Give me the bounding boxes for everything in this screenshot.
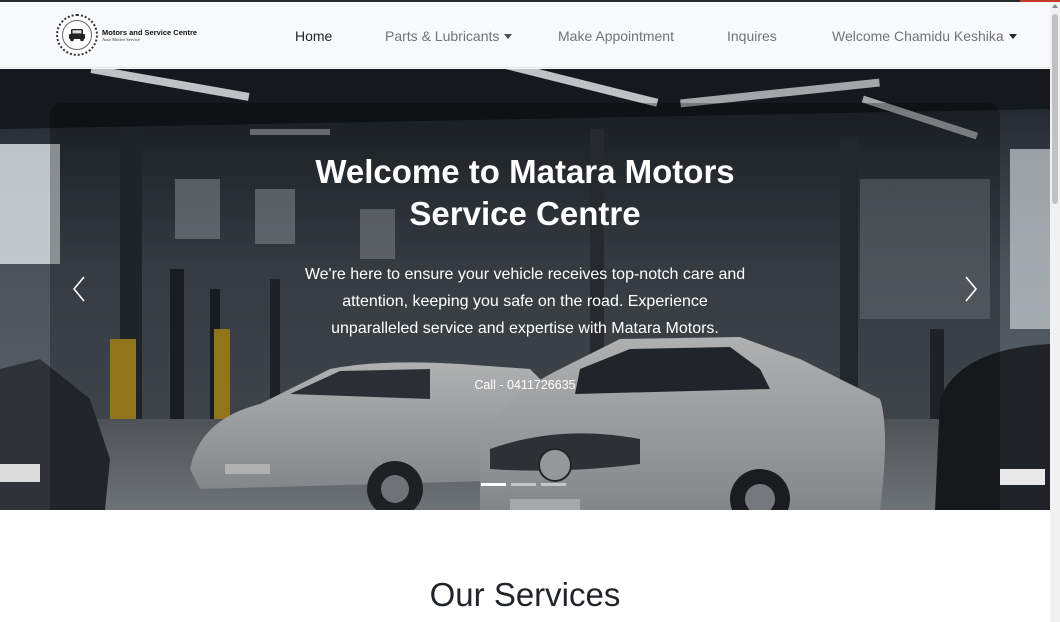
carousel-indicators <box>481 483 566 486</box>
brand-title: Motors and Service Centre <box>102 28 198 37</box>
nav-parts-label: Parts & Lubricants <box>385 28 500 44</box>
chevron-down-icon <box>504 33 513 39</box>
carousel-next-button[interactable] <box>956 269 986 309</box>
brand-subtitle: Auto Motive Service <box>102 37 140 42</box>
chevron-right-icon <box>965 276 978 302</box>
chevron-down-icon <box>1008 33 1017 39</box>
nav-make-appointment[interactable]: Make Appointment <box>558 28 674 44</box>
scroll-up-arrow-icon[interactable] <box>1052 4 1058 8</box>
nav-user-label: Welcome Chamidu Keshika <box>832 28 1004 44</box>
services-heading: Our Services <box>429 576 621 613</box>
scrollbar-thumb[interactable] <box>1052 14 1058 204</box>
hero-title-line-1: Welcome to Matara Motors <box>315 153 735 190</box>
hero-title: Welcome to Matara Motors Service Centre <box>0 151 1050 235</box>
carousel-indicator-1[interactable] <box>481 483 506 486</box>
nav-inquires[interactable]: Inquires <box>727 28 777 44</box>
hero-description: We're here to ensure your vehicle receiv… <box>304 266 746 337</box>
nav-user-dropdown[interactable]: Welcome Chamidu Keshika <box>832 28 1017 44</box>
carousel-indicator-2[interactable] <box>511 483 536 486</box>
hero-carousel: Welcome to Matara Motors Service Centre … <box>0 69 1050 510</box>
nav-home[interactable]: Home <box>295 28 332 44</box>
hero-call-number: Call - 0411726635 <box>474 378 576 392</box>
brand-text: Motors and Service Centre Auto Motive Se… <box>102 28 197 42</box>
chevron-left-icon <box>72 276 85 302</box>
car-icon <box>69 29 85 42</box>
hero-title-line-2: Service Centre <box>409 195 641 232</box>
brand-link[interactable]: Motors and Service Centre Auto Motive Se… <box>56 10 197 60</box>
navbar: Motors and Service Centre Auto Motive Se… <box>0 2 1050 68</box>
brand-logo <box>56 14 98 56</box>
nav-parts-dropdown[interactable]: Parts & Lubricants <box>385 28 513 44</box>
carousel-prev-button[interactable] <box>64 269 94 309</box>
carousel-indicator-3[interactable] <box>541 483 566 486</box>
